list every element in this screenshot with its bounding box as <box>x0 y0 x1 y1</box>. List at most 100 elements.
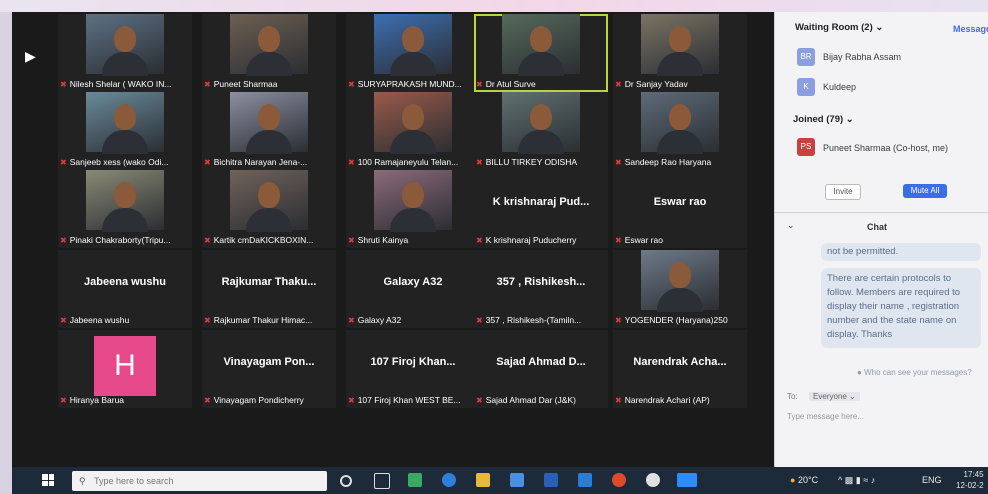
participant-name: Kartik cmDaKICKBOXIN... <box>213 235 314 245</box>
muted-mic-icon: ✖ <box>204 80 211 89</box>
media-player-icon[interactable] <box>612 473 626 487</box>
participant-tile[interactable]: ✖ Nilesh Shelar ( WAKO IN... <box>58 14 192 92</box>
invite-button[interactable]: Invite <box>825 184 861 200</box>
chat-message: There are certain protocols to follow. M… <box>821 268 981 348</box>
participant-tile[interactable]: 357 , Rishikesh... ✖ 357 , Rishikesh-(Tami… <box>474 250 608 328</box>
participant-tile[interactable]: ✖ Sandeep Rao Haryana <box>613 92 747 170</box>
windows-start-icon[interactable] <box>42 474 54 486</box>
participant-video <box>230 170 308 232</box>
chat-input[interactable]: Type message here... <box>787 412 864 421</box>
participant-tile[interactable]: ✖ Dr Atul Surve <box>474 14 608 92</box>
participant-tile[interactable]: ✖ Pinaki Chakraborty(Tripu... <box>58 170 192 248</box>
participant-tile[interactable]: K krishnaraj Pud... ✖ K krishnaraj Puduche… <box>474 170 608 248</box>
zoom-icon[interactable] <box>677 473 697 487</box>
message-link[interactable]: Message <box>953 24 988 34</box>
participant-tile[interactable]: ✖ YOGENDER (Haryana)250 <box>613 250 747 328</box>
participant-display-name: Sajad Ahmad D... <box>496 356 586 368</box>
task-view-icon[interactable] <box>374 473 390 489</box>
participant-video <box>502 92 580 154</box>
participant-name-label: ✖ Sajad Ahmad Dar (J&K) <box>476 395 606 405</box>
store-icon[interactable] <box>510 473 524 487</box>
participant-body <box>246 52 292 76</box>
avatar: PS <box>797 138 815 156</box>
participant-name: 357 , Rishikesh-(Tamiln... <box>485 315 582 325</box>
participant-tile[interactable]: Vinayagam Pon... ✖ Vinayagam Pondicherry <box>202 330 336 408</box>
participant-body <box>390 208 436 232</box>
participant-display-name: Eswar rao <box>653 196 707 208</box>
chat-recipient-select[interactable]: Everyone ⌄ <box>809 392 860 401</box>
participant-name-label: ✖ Puneet Sharmaa <box>204 79 334 89</box>
word-icon[interactable] <box>578 473 592 487</box>
muted-mic-icon: ✖ <box>348 80 355 89</box>
participant-name-label: ✖ K krishnaraj Puducherry <box>476 235 606 245</box>
waiting-room-title[interactable]: Waiting Room (2) ⌄ <box>795 22 883 33</box>
weather-indicator[interactable]: ● 20°C <box>790 475 818 485</box>
muted-mic-icon: ✖ <box>60 316 67 325</box>
participant-face <box>258 104 280 130</box>
excel-icon[interactable] <box>408 473 422 487</box>
participant-tile[interactable]: ✖ BILLU TIRKEY ODISHA <box>474 92 608 170</box>
participant-tile[interactable]: ✖ Sanjeeb xess (wako Odi... <box>58 92 192 170</box>
participant-name: Nilesh Shelar ( WAKO IN... <box>69 79 172 89</box>
participant-tile[interactable]: ✖ Puneet Sharmaa <box>202 14 336 92</box>
participant-face <box>669 262 691 288</box>
participant-name-label: ✖ YOGENDER (Haryana)250 <box>615 315 745 325</box>
edge-icon[interactable] <box>442 473 456 487</box>
participant-tile[interactable]: Galaxy A32 ✖ Galaxy A32 <box>346 250 480 328</box>
joined-participant-name[interactable]: Puneet Sharmaa (Co-host, me) <box>823 143 948 153</box>
participant-body <box>390 130 436 154</box>
tray-icons[interactable]: ^ ▩ ▮ ≈ ♪ <box>838 475 875 486</box>
volume-icon: ♪ <box>870 475 876 485</box>
participant-name: 107 Firoj Khan WEST BE... <box>357 395 461 405</box>
participant-video <box>86 92 164 154</box>
participant-tile[interactable]: ✖ 100 Ramajaneyulu Telan... <box>346 92 480 170</box>
mail-icon[interactable] <box>544 473 558 487</box>
muted-mic-icon: ✖ <box>348 158 355 167</box>
participant-display-name: Galaxy A32 <box>383 276 443 288</box>
waiting-participant-name[interactable]: Kuldeep <box>823 82 856 92</box>
joined-title[interactable]: Joined (79) ⌄ <box>793 114 854 125</box>
muted-mic-icon: ✖ <box>615 396 622 405</box>
cortana-icon[interactable] <box>340 475 352 487</box>
chevron-up-icon: ^ <box>838 475 843 485</box>
participant-name-label: ✖ Vinayagam Pondicherry <box>204 395 334 405</box>
participant-name-label: ✖ SURYAPRAKASH MUND... <box>348 79 478 89</box>
participant-face <box>114 104 136 130</box>
participant-tile[interactable]: ✖ Bichitra Narayan Jena-... <box>202 92 336 170</box>
collapse-chevron-icon[interactable]: ⌄ <box>787 220 795 231</box>
participant-tile[interactable]: ✖ SURYAPRAKASH MUND... <box>346 14 480 92</box>
participant-tile[interactable]: 107 Firoj Khan... ✖ 107 Firoj Khan WEST BE… <box>346 330 480 408</box>
participant-tile[interactable]: ✖ Kartik cmDaKICKBOXIN... <box>202 170 336 248</box>
windows-taskbar: ⚲ Type here to search ● 20°C ^ ▩ ▮ ≈ ♪ E… <box>12 467 988 494</box>
participant-tile[interactable]: Eswar rao ✖ Eswar rao <box>613 170 747 248</box>
participant-tile[interactable]: ✖ Shruti Kainya <box>346 170 480 248</box>
participant-tile[interactable]: Narendrak Acha... ✖ Narendrak Achari (AP) <box>613 330 747 408</box>
participant-body <box>657 52 703 76</box>
participant-body <box>390 52 436 76</box>
participant-tile[interactable]: Rajkumar Thaku... ✖ Rajkumar Thakur Himac.… <box>202 250 336 328</box>
clock[interactable]: 17:45 12-02-2 <box>956 469 984 491</box>
participant-video <box>374 92 452 154</box>
participant-name-label: ✖ Sanjeeb xess (wako Odi... <box>60 157 190 167</box>
participant-name-label: ✖ Galaxy A32 <box>348 315 478 325</box>
taskbar-search-input[interactable]: ⚲ Type here to search <box>72 471 327 491</box>
mute-all-button[interactable]: Mute All <box>903 184 947 198</box>
battery-icon: ▮ <box>855 475 861 485</box>
muted-mic-icon: ✖ <box>204 316 211 325</box>
participant-body <box>518 52 564 76</box>
participant-video <box>641 14 719 76</box>
participant-face <box>402 104 424 130</box>
muted-mic-icon: ✖ <box>615 316 622 325</box>
file-explorer-icon[interactable] <box>476 473 490 487</box>
language-indicator[interactable]: ENG <box>922 475 942 485</box>
participant-body <box>246 208 292 232</box>
participant-tile[interactable]: H ✖ Hiranya Barua <box>58 330 192 408</box>
waiting-participant-name[interactable]: Bijay Rabha Assam <box>823 52 901 62</box>
participant-tile[interactable]: Jabeena wushu ✖ Jabeena wushu <box>58 250 192 328</box>
clock-time: 17:45 <box>963 470 984 479</box>
participant-tile[interactable]: ✖ Dr Sanjay Yadav <box>613 14 747 92</box>
participant-display-name: Jabeena wushu <box>84 276 166 288</box>
chrome-icon[interactable] <box>646 473 660 487</box>
who-can-see-link[interactable]: ● Who can see your messages? <box>857 368 972 377</box>
participant-tile[interactable]: Sajad Ahmad D... ✖ Sajad Ahmad Dar (J&K) <box>474 330 608 408</box>
